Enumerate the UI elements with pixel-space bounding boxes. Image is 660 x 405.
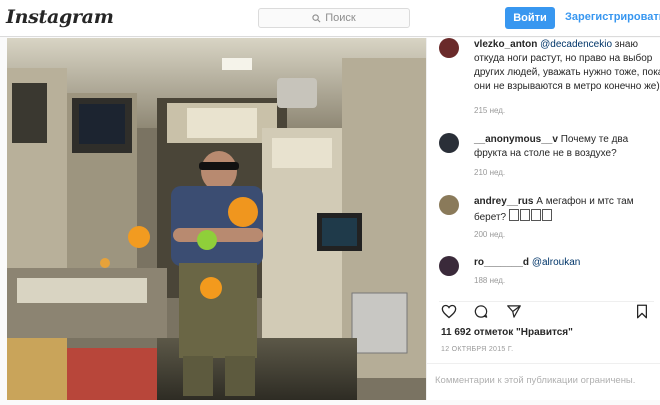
search-input[interactable]: Поиск — [258, 8, 410, 28]
avatar[interactable] — [439, 256, 459, 276]
comment-text: andrey__rus А мегафон и мтс там берет? — [474, 195, 660, 225]
heart-icon[interactable] — [441, 304, 457, 319]
comment-text: ro_______d @alroukan — [474, 256, 660, 270]
comment-time[interactable]: 215 нед. — [474, 106, 505, 115]
post-date[interactable]: 12 ОКТЯБРЯ 2015 Г. — [441, 346, 513, 353]
comment-time[interactable]: 210 нед. — [474, 168, 505, 177]
comments-restricted-notice: Комментарии к этой публикации ограничены… — [427, 363, 660, 400]
comment-mention[interactable]: @decadencekio — [540, 39, 612, 50]
avatar[interactable] — [439, 38, 459, 58]
comment-text: vlezko_anton @decadencekio знаю откуда н… — [474, 38, 660, 94]
emoji-icon — [508, 209, 553, 223]
bookmark-icon[interactable] — [635, 304, 649, 319]
comment-text: __anonymous__v Почему те два фрукта на с… — [474, 133, 660, 161]
share-icon[interactable] — [506, 304, 522, 319]
post-sidebar: vlezko_anton @decadencekio знаю откуда н… — [426, 38, 660, 400]
comment-mention[interactable]: @alroukan — [532, 257, 581, 268]
comment-time[interactable]: 188 нед. — [474, 276, 505, 285]
comment-username[interactable]: andrey__rus — [474, 196, 533, 207]
login-button[interactable]: Войти — [505, 7, 555, 29]
instagram-logo[interactable]: Instagram — [6, 6, 114, 28]
comment-username[interactable]: ro_______d — [474, 257, 529, 268]
top-navigation-bar: Instagram Поиск Войти Зарегистрироваться — [0, 0, 660, 37]
post-photo[interactable] — [7, 38, 426, 400]
comment-icon[interactable] — [473, 304, 489, 319]
search-placeholder: Поиск — [325, 12, 356, 24]
space-station-photo — [7, 38, 426, 400]
post-actions — [439, 301, 654, 322]
avatar[interactable] — [439, 133, 459, 153]
search-icon — [312, 13, 321, 22]
comment-time[interactable]: 200 нед. — [474, 230, 505, 239]
register-link[interactable]: Зарегистрироваться — [565, 11, 660, 23]
comment-username[interactable]: vlezko_anton — [474, 39, 537, 50]
avatar[interactable] — [439, 195, 459, 215]
likes-count[interactable]: 11 692 отметок "Нравится" — [441, 327, 573, 338]
comment-username[interactable]: __anonymous__v — [474, 134, 558, 145]
